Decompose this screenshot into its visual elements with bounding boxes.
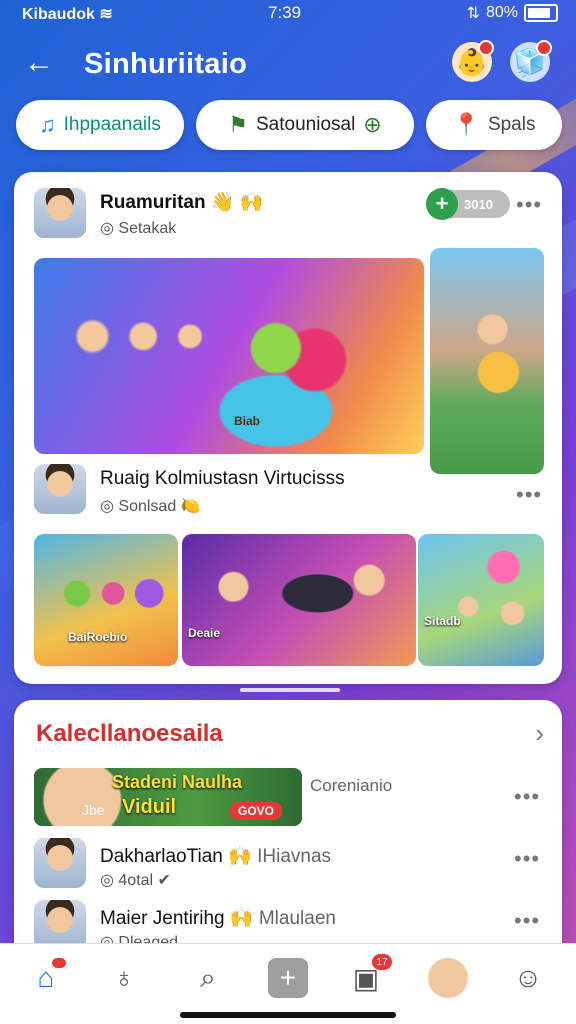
more-options-icon[interactable]: ••• bbox=[516, 192, 542, 218]
signal-icon: ⇅ bbox=[466, 5, 480, 22]
pill-spals[interactable]: 📍 Spals bbox=[426, 100, 562, 150]
post-image[interactable]: Deaie bbox=[182, 534, 416, 666]
search-icon[interactable]: ⌕ bbox=[188, 958, 228, 998]
section-card: Kalecllanoesaila › Stadeni Naulha Jbe Vi… bbox=[14, 700, 562, 960]
post-image[interactable]: Sitadb bbox=[418, 534, 544, 666]
notification-dot bbox=[536, 40, 552, 56]
calendar-icon[interactable]: ▣ 17 bbox=[346, 954, 392, 998]
image-caption: Biab bbox=[234, 414, 261, 428]
post-author[interactable]: Ruamuritan 👋 🙌 bbox=[100, 190, 263, 214]
avatar[interactable] bbox=[34, 464, 86, 514]
carrier-label: Kibaudok ≋ bbox=[22, 6, 113, 23]
clock: 7:39 bbox=[268, 3, 302, 22]
compass-icon: ⊕ bbox=[363, 112, 382, 137]
bottom-navigation: ⌂ ♁ ⌕ + ▣ 17 ☺ bbox=[0, 943, 576, 1024]
profile-icon[interactable]: ☺ bbox=[508, 958, 548, 998]
image-caption: BaiRoebio bbox=[68, 630, 128, 644]
battery-icon bbox=[524, 4, 558, 22]
more-options-icon[interactable]: ••• bbox=[516, 482, 542, 508]
chevron-right-icon[interactable]: › bbox=[535, 718, 544, 749]
section-title: Kalecllanoesaila bbox=[36, 720, 223, 747]
pin-icon: 📍 bbox=[452, 112, 480, 137]
flag-icon: ⚑ bbox=[228, 112, 248, 137]
list-item-name[interactable]: Maier Jentirihg 🙌 Mlaulaen bbox=[100, 906, 336, 930]
avatar-icon[interactable] bbox=[428, 958, 468, 998]
filter-pills: ♫ Ihppaanails ⚑ Satouniosal ⊕ 📍 Spals bbox=[14, 100, 562, 154]
arrow-left-icon[interactable]: ← bbox=[24, 46, 54, 80]
banner-caption: Corenianio bbox=[310, 776, 393, 795]
battery-percent: 80% bbox=[485, 4, 518, 21]
add-icon[interactable]: + bbox=[268, 958, 308, 998]
plus-icon: + bbox=[426, 188, 458, 220]
pill-label: Satouniosal bbox=[256, 114, 356, 135]
notification-badge: 17 bbox=[372, 954, 392, 970]
pill-ihppaanails[interactable]: ♫ Ihppaanails bbox=[16, 100, 184, 150]
header: ← Sinhuriitaio 👶 🧊 bbox=[0, 40, 576, 90]
avatar[interactable] bbox=[34, 838, 86, 888]
follow-count: 3010 bbox=[464, 196, 493, 212]
post-subtitle: ◎ Sonlsad 🍋 bbox=[100, 498, 201, 515]
cube-icon[interactable]: 🧊 bbox=[510, 40, 552, 82]
promo-banner[interactable]: Stadeni Naulha Jbe Viduil GOVO bbox=[34, 768, 302, 826]
banner-title: Stadeni Naulha bbox=[112, 772, 243, 792]
notification-dot bbox=[52, 958, 66, 968]
status-right: ⇅ 80% bbox=[467, 3, 558, 23]
banner-subtitle: Viduil bbox=[122, 796, 177, 818]
notification-dot bbox=[478, 40, 494, 56]
home-indicator bbox=[180, 1012, 396, 1018]
pill-label: Ihppaanails bbox=[63, 114, 161, 135]
post-image-main[interactable]: Biab bbox=[34, 258, 424, 454]
pill-satouniosal[interactable]: ⚑ Satouniosal ⊕ bbox=[196, 100, 414, 150]
wifi-icon: ≋ bbox=[99, 6, 113, 23]
home-icon[interactable]: ⌂ bbox=[26, 958, 66, 998]
follow-button[interactable]: + 3010 bbox=[426, 188, 510, 220]
author-emoji: 👋 🙌 bbox=[210, 192, 264, 213]
banner-badge: GOVO bbox=[229, 802, 282, 820]
post-image[interactable]: BaiRoebio bbox=[34, 534, 178, 666]
list-item-subtitle: ◎ 4otal ✔ bbox=[100, 872, 171, 889]
more-options-icon[interactable]: ••• bbox=[514, 784, 540, 810]
list-item-name[interactable]: DakharlaoTian 🙌 IHiavnas bbox=[100, 844, 331, 868]
post-image-side[interactable] bbox=[430, 248, 544, 474]
avatar-icon[interactable]: 👶 bbox=[452, 40, 494, 82]
more-options-icon[interactable]: ••• bbox=[514, 846, 540, 872]
tooth-icon[interactable]: ♁ bbox=[104, 958, 144, 998]
feed-card: Ruamuritan 👋 🙌 ◎ Setakak + 3010 ••• Biab… bbox=[14, 172, 562, 684]
banner-small-text: Jbe bbox=[82, 802, 105, 818]
pill-label: Spals bbox=[487, 114, 536, 135]
status-bar: Kibaudok ≋ 7:39 ⇅ 80% bbox=[0, 0, 576, 28]
music-note-icon: ♫ bbox=[39, 112, 56, 137]
post-subtitle: ◎ Setakak bbox=[100, 220, 177, 237]
image-caption: Deaie bbox=[188, 626, 221, 640]
scroll-indicator bbox=[240, 688, 340, 692]
image-caption: Sitadb bbox=[424, 614, 461, 628]
avatar[interactable] bbox=[34, 188, 86, 238]
post-author[interactable]: Ruaig Kolmiustasn Virtucisss bbox=[100, 468, 345, 490]
page-title: Sinhuriitaio bbox=[84, 48, 248, 80]
more-options-icon[interactable]: ••• bbox=[514, 908, 540, 934]
